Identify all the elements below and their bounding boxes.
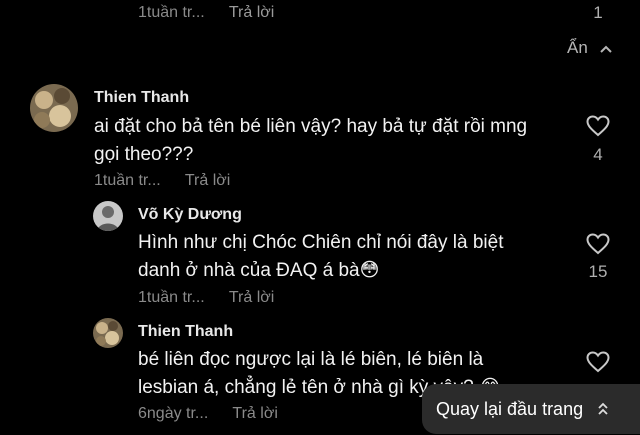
avatar[interactable]: [93, 201, 123, 231]
comment-line: Hình như chị Chóc Chiên chỉ nói đây là b…: [138, 232, 504, 253]
comment-time: 1tuần tr...: [94, 172, 161, 189]
like-button[interactable]: [586, 351, 610, 373]
comment-line: ai đặt cho bả tên bé liên vậy? hay bả tự…: [94, 116, 528, 137]
commenter-name[interactable]: Thien Thanh: [138, 323, 233, 341]
heart-icon: [586, 351, 610, 373]
back-to-top-label: Quay lại đầu trang: [436, 398, 584, 419]
like-count: 4: [593, 145, 603, 164]
heart-icon: [586, 115, 610, 137]
top-reply-meta: 1tuần tr... Trả lời: [138, 4, 294, 22]
like-button[interactable]: [586, 233, 610, 255]
hide-replies-button[interactable]: Ẩn: [567, 38, 613, 59]
double-chevron-up-icon: [597, 402, 609, 416]
chevron-up-icon: [599, 39, 613, 59]
comment-line: gọi theo???: [94, 144, 194, 165]
comment-time: 1tuần tr...: [138, 289, 205, 306]
reply-button[interactable]: Trả lời: [229, 4, 274, 21]
comment-text: ai đặt cho bả tên bé liên vậy? hay bả tự…: [94, 113, 574, 169]
hide-label: Ẩn: [567, 38, 588, 57]
commenter-name[interactable]: Võ Kỳ Dương: [138, 206, 242, 224]
avatar[interactable]: [30, 84, 78, 132]
comment-meta: 1tuần tr... Trả lời: [94, 172, 250, 190]
comment-meta: 1tuần tr... Trả lời: [138, 289, 294, 307]
reply-button[interactable]: Trả lời: [185, 172, 230, 189]
reply-button[interactable]: Trả lời: [232, 405, 277, 422]
avatar[interactable]: [93, 318, 123, 348]
back-to-top-button[interactable]: Quay lại đầu trang: [422, 384, 640, 434]
comment-time: 1tuần tr...: [138, 4, 205, 21]
comment-line: bé liên đọc ngược lại là lé biên, lé biê…: [138, 349, 484, 370]
comment-text: Hình như chị Chóc Chiên chỉ nói đây là b…: [138, 229, 568, 285]
heart-icon: [586, 233, 610, 255]
commenter-name[interactable]: Thien Thanh: [94, 89, 189, 107]
comment-line: danh ở nhà của ĐAQ á bà😳: [138, 260, 380, 281]
like-button[interactable]: [586, 115, 610, 137]
reply-button[interactable]: Trả lời: [229, 289, 274, 306]
comment-time: 6ngày tr...: [138, 405, 209, 422]
comment-meta: 6ngày tr... Trả lời: [138, 405, 298, 423]
like-count: 15: [588, 262, 608, 281]
like-count: 1: [593, 3, 603, 22]
